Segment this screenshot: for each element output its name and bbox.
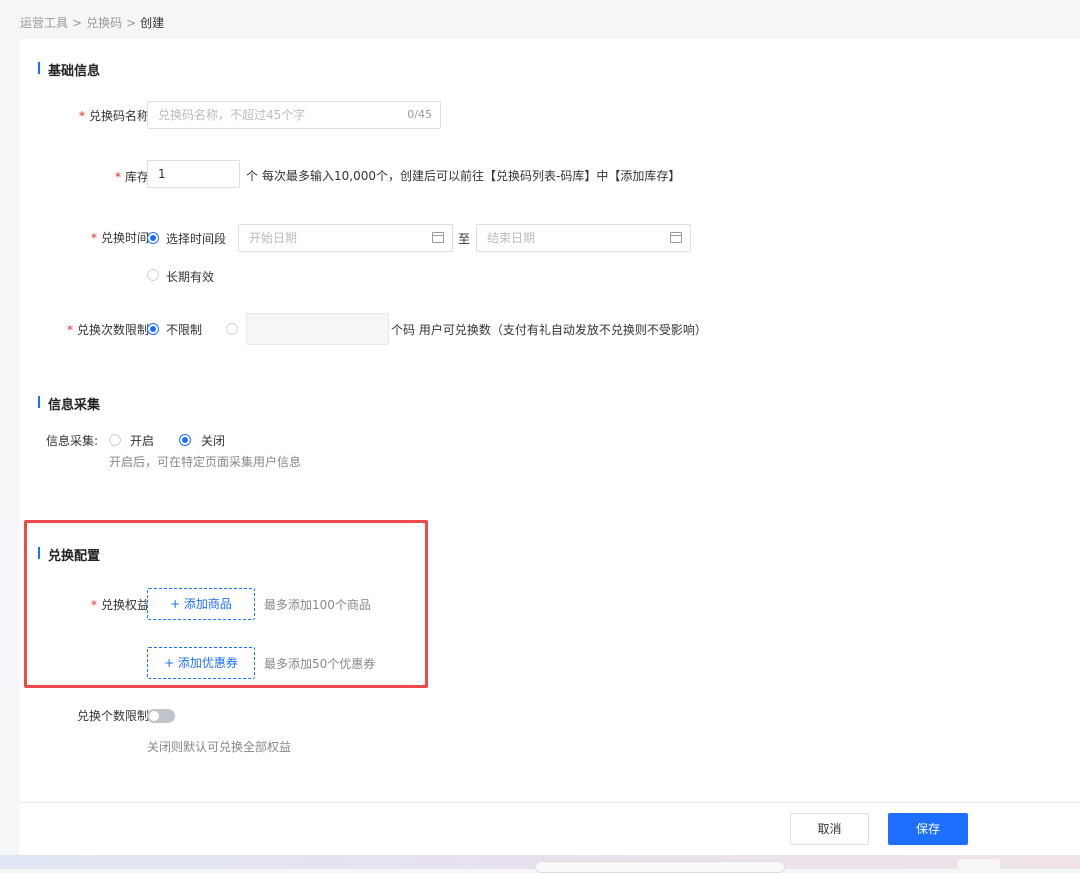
calendar-icon[interactable] [670, 232, 682, 243]
stock-hint: 每次最多输入10,000个，创建后可以前往【兑换码列表-码库】中【添加库存】 [262, 169, 681, 183]
required-mark: * [90, 598, 97, 612]
breadcrumb-separator: > [126, 16, 137, 30]
end-date-placeholder: 结束日期 [487, 231, 536, 245]
breadcrumb-separator: > [72, 16, 83, 30]
limit-suffix: 个码 用户可兑换数（支付有礼自动发放不兑换则不受影响） [391, 323, 707, 337]
add-coupon-button[interactable]: + 添加优惠券 [147, 647, 255, 679]
name-label: * 兑换码名称: [79, 107, 153, 124]
section-title-info-collect: 信息采集 [38, 394, 100, 413]
stock-value: 1 [158, 167, 166, 181]
name-input[interactable]: 兑换码名称，不超过45个字 0/45 [147, 101, 441, 129]
calendar-icon[interactable] [432, 232, 444, 243]
section-title-basic: 基础信息 [38, 60, 100, 79]
name-label-text: 兑换码名称: [88, 109, 153, 123]
collect-off-label: 关闭 [201, 434, 226, 448]
collect-label: 信息采集: [46, 434, 99, 448]
radio-forever[interactable] [147, 269, 159, 281]
section-title-exchange-config: 兑换配置 [38, 545, 100, 564]
required-mark: * [114, 170, 121, 184]
radio-limited[interactable] [226, 323, 238, 335]
taskbar-search[interactable] [535, 861, 785, 873]
product-hint: 最多添加100个商品 [264, 598, 371, 612]
radio-time-period[interactable] [147, 232, 159, 244]
start-date-placeholder: 开始日期 [249, 231, 298, 245]
collect-hint: 开启后，可在特定页面采集用户信息 [109, 455, 302, 469]
benefits-label: * 兑换权益: [91, 596, 153, 613]
unlimited-label: 不限制 [166, 323, 203, 337]
benefits-label-text: 兑换权益: [100, 598, 153, 612]
count-limit-label: 兑换个数限制: [76, 709, 153, 723]
radio-collect-off[interactable] [179, 434, 191, 446]
stock-input[interactable]: 1 [147, 160, 240, 188]
taskbar-item[interactable] [958, 859, 1000, 871]
stock-unit: 个 [246, 169, 259, 183]
limit-label: * 兑换次数限制: [67, 321, 153, 338]
breadcrumb-ops-tools[interactable]: 运营工具 [20, 16, 68, 30]
name-counter: 0/45 [407, 108, 432, 121]
exchange-time-label-text: 兑换时间: [100, 231, 153, 245]
date-range-separator: 至 [458, 232, 471, 246]
limit-label-text: 兑换次数限制: [76, 323, 153, 337]
form-card: 基础信息 * 兑换码名称: 兑换码名称，不超过45个字 0/45 * 库存: 1 个… [20, 39, 1080, 855]
start-date-input[interactable]: 开始日期 [238, 224, 453, 252]
limit-count-input[interactable] [246, 313, 389, 345]
coupon-hint: 最多添加50个优惠券 [264, 657, 376, 671]
required-mark: * [66, 323, 73, 337]
cancel-button[interactable]: 取消 [790, 813, 869, 845]
footer-divider [20, 802, 1080, 803]
breadcrumb-current: 创建 [140, 16, 165, 30]
radio-collect-on[interactable] [109, 434, 121, 446]
radio-unlimited[interactable] [147, 323, 159, 335]
name-placeholder: 兑换码名称，不超过45个字 [158, 108, 306, 122]
end-date-input[interactable]: 结束日期 [476, 224, 691, 252]
count-limit-hint: 关闭则默认可兑换全部权益 [147, 740, 292, 754]
required-mark: * [78, 109, 85, 123]
taskbar [0, 855, 1080, 873]
save-button[interactable]: 保存 [888, 813, 968, 845]
required-mark: * [90, 231, 97, 245]
count-limit-toggle[interactable] [147, 709, 175, 723]
breadcrumb-redeem-code[interactable]: 兑换码 [86, 16, 122, 30]
forever-label: 长期有效 [166, 270, 215, 284]
add-product-button[interactable]: + 添加商品 [147, 588, 255, 620]
collect-on-label: 开启 [130, 434, 155, 448]
time-period-label: 选择时间段 [166, 232, 227, 246]
exchange-time-label: * 兑换时间: [91, 229, 153, 246]
breadcrumb: 运营工具 > 兑换码 > 创建 [20, 14, 164, 31]
